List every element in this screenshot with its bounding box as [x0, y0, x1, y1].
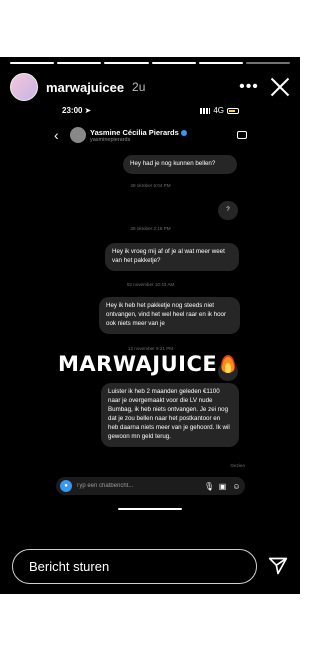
sticker-icon: ☺	[232, 481, 241, 491]
dm-screenshot: 23:00 ➤ 4G ‹ Yasmine Cécilia Pierards ya…	[48, 100, 253, 520]
story-header: marwajuicee 2u •••	[10, 72, 290, 102]
story-viewer: marwajuicee 2u ••• 23:00 ➤ 4G ‹ Yasmine …	[0, 0, 300, 649]
signal-icon	[200, 107, 211, 114]
camera-icon: ●	[60, 480, 72, 492]
story-time-ago: 2u	[132, 80, 146, 94]
chat-header: ‹ Yasmine Cécilia Pierards yasminepierar…	[54, 124, 247, 146]
progress-segment	[57, 62, 102, 64]
message-bubble: Hey had je nog kunnen bellen?	[123, 155, 237, 174]
video-call-icon	[237, 131, 247, 139]
location-icon: ➤	[84, 106, 92, 115]
message-bubble: ?	[218, 201, 238, 220]
timestamp: 12 november 9:21 PM	[127, 346, 174, 351]
sticker-text: MARWAJUICE	[58, 352, 218, 376]
timestamp: 28 oktober 6:04 PM	[130, 183, 171, 188]
story-username[interactable]: marwajuicee	[46, 80, 124, 95]
send-icon[interactable]	[268, 556, 288, 576]
message-bubble: Hey ik heb het pakketje nog steeds niet …	[99, 297, 240, 334]
chat-name: Yasmine Cécilia Pierards	[90, 127, 179, 137]
progress-segment	[245, 62, 291, 64]
story-sticker: MARWAJUICE	[58, 352, 236, 376]
seen-label: Gezien	[230, 463, 245, 468]
phone-status-bar: 23:00 ➤ 4G	[62, 106, 239, 115]
fire-icon	[221, 355, 236, 373]
progress-segment	[151, 62, 196, 64]
more-options-icon[interactable]: •••	[238, 78, 260, 96]
network-label: 4G	[213, 106, 224, 115]
battery-icon	[227, 107, 239, 114]
chat-avatar	[70, 127, 86, 143]
chat-input	[76, 483, 199, 489]
status-time: 23:00	[62, 106, 83, 115]
image-icon: ▣	[218, 481, 227, 491]
microphone-icon: 🎙	[204, 481, 215, 491]
message-bubble: Hey ik vroeg mij af of je al wat meer we…	[105, 243, 239, 271]
chat-composer: ● 🎙 ▣ ☺	[56, 477, 245, 495]
progress-segment	[10, 62, 55, 64]
progress-segment	[104, 62, 149, 64]
verified-icon	[180, 129, 187, 136]
timestamp: 28 oktober 2:18 PM	[130, 226, 171, 231]
timestamp: 02 november 10:43 AM	[126, 282, 175, 287]
progress-segment	[198, 62, 243, 64]
close-icon[interactable]	[270, 77, 290, 97]
story-progress	[10, 62, 291, 64]
back-icon: ‹	[54, 127, 59, 143]
chat-handle: yasminepierards	[90, 136, 131, 143]
avatar[interactable]	[10, 73, 38, 101]
message-bubble: Luister ik heb 2 maanden geleden €1100 n…	[101, 383, 239, 447]
reply-input[interactable]	[12, 549, 257, 584]
home-indicator	[118, 508, 182, 510]
